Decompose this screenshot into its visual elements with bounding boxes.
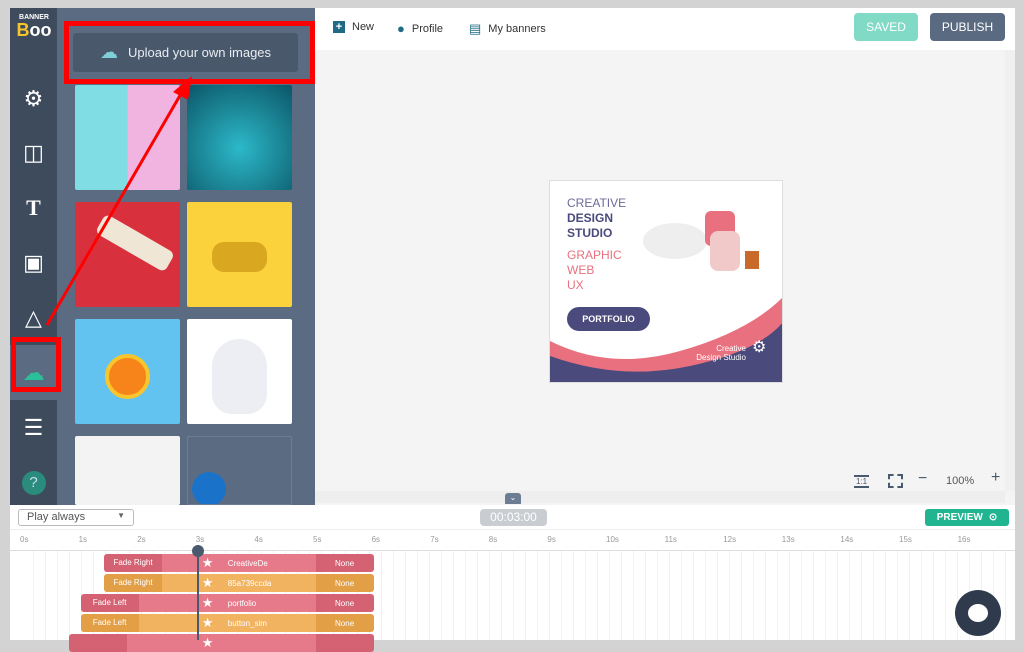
chat-bubble-icon: [968, 604, 988, 622]
chat-button[interactable]: [955, 590, 1001, 636]
preview-button[interactable]: PREVIEW ⊙: [925, 509, 1009, 526]
play-mode-select[interactable]: Play always ▼: [18, 509, 134, 526]
play-circle-icon: ⊙: [988, 512, 998, 523]
current-time: 00:03:00: [480, 509, 547, 526]
annotation-arrow: [45, 76, 192, 326]
chevron-down-icon: ▼: [117, 511, 125, 520]
